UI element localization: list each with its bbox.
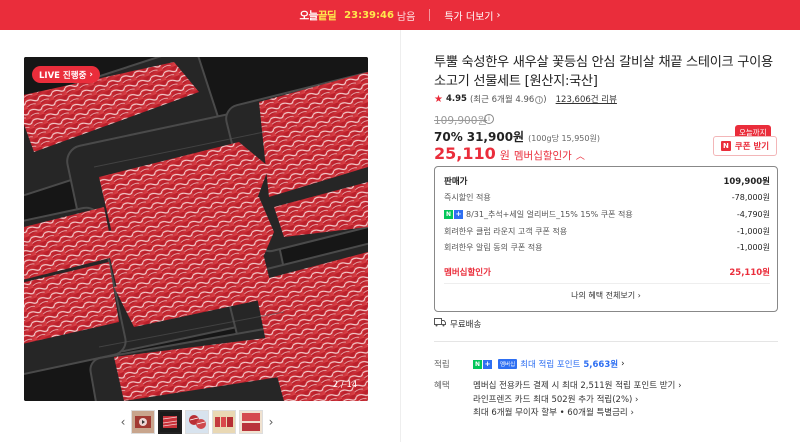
benefits-label: 혜택 bbox=[434, 381, 450, 391]
n-coupon-icon: N bbox=[720, 141, 731, 151]
thumbnail-image[interactable] bbox=[185, 410, 209, 434]
deal-banner: 오늘끝딜 23:39:46 남음 특가 더보기 › bbox=[0, 0, 800, 30]
original-price: 109,900원 bbox=[434, 115, 488, 127]
breakdown-row: 회려한우 클럽 라운지 고객 쿠폰 적용 -1,000원 bbox=[444, 227, 770, 236]
star-icon: ★ bbox=[434, 93, 443, 105]
chevron-right-icon: › bbox=[635, 395, 639, 405]
rating-recent: (최근 6개월 4.96 i) bbox=[469, 95, 547, 105]
thumbnail-image[interactable] bbox=[239, 410, 263, 434]
live-badge[interactable]: LIVE 진행중 › bbox=[32, 66, 100, 83]
sale-price: 31,900원 bbox=[466, 130, 525, 144]
deal-more-label: 특가 더보기 bbox=[444, 11, 494, 23]
points-link[interactable]: N + 멤버십 최대 적립 포인트 5,663원 › bbox=[473, 358, 624, 370]
member-price: 25,110 bbox=[434, 144, 496, 163]
chevron-up-icon: ︿ bbox=[575, 152, 585, 162]
chevron-right-icon: › bbox=[496, 9, 501, 21]
breakdown-divider bbox=[444, 283, 770, 284]
points-prefix: 최대 적립 포인트 bbox=[520, 360, 581, 370]
thumbnail-image[interactable] bbox=[158, 410, 182, 434]
breakdown-total-row: 멤버십할인가 25,110원 bbox=[444, 268, 770, 278]
section-divider bbox=[434, 341, 778, 342]
delivery-label: 무료배송 bbox=[450, 320, 482, 330]
thumbnail-image[interactable] bbox=[212, 410, 236, 434]
chevron-right-icon: › bbox=[89, 69, 93, 80]
live-badge-label: LIVE 진행중 bbox=[39, 70, 87, 81]
countdown-remain-label: 남음 bbox=[396, 11, 416, 23]
membership-badge: 멤버십 bbox=[498, 359, 518, 369]
thumbnail-video[interactable] bbox=[131, 410, 155, 434]
benefit-line[interactable]: 라인프렌즈 카드 최대 502원 추가 적립(2%) › bbox=[473, 393, 638, 405]
benefit-line[interactable]: 최대 6개월 무이자 할부 • 60개월 특별금리 › bbox=[473, 406, 634, 418]
chevron-right-icon: › bbox=[630, 408, 634, 418]
product-main-image[interactable] bbox=[24, 57, 368, 401]
member-price-won: 원 bbox=[499, 149, 510, 162]
info-icon[interactable]: i bbox=[484, 114, 494, 124]
column-divider bbox=[400, 30, 401, 442]
npay-badge-icon: N + bbox=[473, 359, 492, 369]
thumbnail-strip: ‹ › bbox=[118, 410, 276, 434]
coupon-button-label: 쿠폰 받기 bbox=[734, 142, 770, 152]
delivery-info: 무료배송 bbox=[434, 318, 481, 330]
chevron-right-icon[interactable]: › bbox=[266, 410, 276, 434]
breakdown-row: 회려한우 알림 동의 쿠폰 적용 -1,000원 bbox=[444, 243, 770, 252]
countdown-timer: 23:39:46 bbox=[344, 9, 394, 21]
beef-tray-image bbox=[24, 57, 368, 401]
sale-price-row: 70% 31,900원 (100g당 15,950원) bbox=[434, 128, 600, 145]
npay-badge-icon: N + bbox=[444, 210, 463, 219]
unit-price: (100g당 15,950원) bbox=[528, 134, 600, 143]
review-count-link[interactable]: 123,606건 리뷰 bbox=[556, 93, 617, 105]
chevron-right-icon: › bbox=[678, 381, 682, 391]
deal-more-link[interactable]: 특가 더보기 › bbox=[444, 8, 500, 23]
truck-icon bbox=[434, 318, 446, 330]
my-benefits-link[interactable]: 나의 혜택 전체보기 › bbox=[435, 290, 777, 301]
chevron-left-icon[interactable]: ‹ bbox=[118, 410, 128, 434]
member-price-label: 멤버십할인가 bbox=[513, 150, 572, 162]
chevron-right-icon: › bbox=[621, 359, 625, 369]
product-title: 투뿔 숙성한우 새우살 꽃등심 안심 갈비살 채끝 스테이크 구이용 소고기 선… bbox=[434, 55, 773, 89]
benefit-line[interactable]: 멤버십 전용카드 결제 시 최대 2,511원 적립 포인트 받기 › bbox=[473, 379, 681, 391]
coupon-download-button[interactable]: N 쿠폰 받기 bbox=[713, 136, 777, 156]
breakdown-row: 판매가 109,900원 bbox=[444, 177, 770, 187]
member-price-row[interactable]: 25,110 원 멤버십할인가 ︿ bbox=[434, 144, 585, 163]
price-breakdown-panel: 판매가 109,900원 즉시할인 적용 -78,000원 N +8/31_추석+세일… bbox=[434, 166, 778, 312]
banner-divider bbox=[429, 9, 431, 21]
points-label: 적립 bbox=[434, 360, 450, 370]
breakdown-row: 즉시할인 적용 -78,000원 bbox=[444, 193, 770, 202]
rating-summary: ★ 4.95 (최근 6개월 4.96 i) 123,606건 리뷰 bbox=[434, 93, 617, 106]
breakdown-row: N +8/31_추석+세일 얼리버드_15% 15% 쿠폰 적용 -4,790원 bbox=[444, 210, 770, 219]
points-amount: 5,663원 bbox=[583, 360, 619, 370]
image-pager: 2 / 14 bbox=[332, 380, 358, 390]
deal-brand: 오늘끝딜 bbox=[299, 9, 337, 22]
rating-score: 4.95 bbox=[445, 94, 467, 104]
discount-percent: 70% bbox=[434, 130, 463, 144]
chevron-right-icon: › bbox=[637, 291, 641, 300]
